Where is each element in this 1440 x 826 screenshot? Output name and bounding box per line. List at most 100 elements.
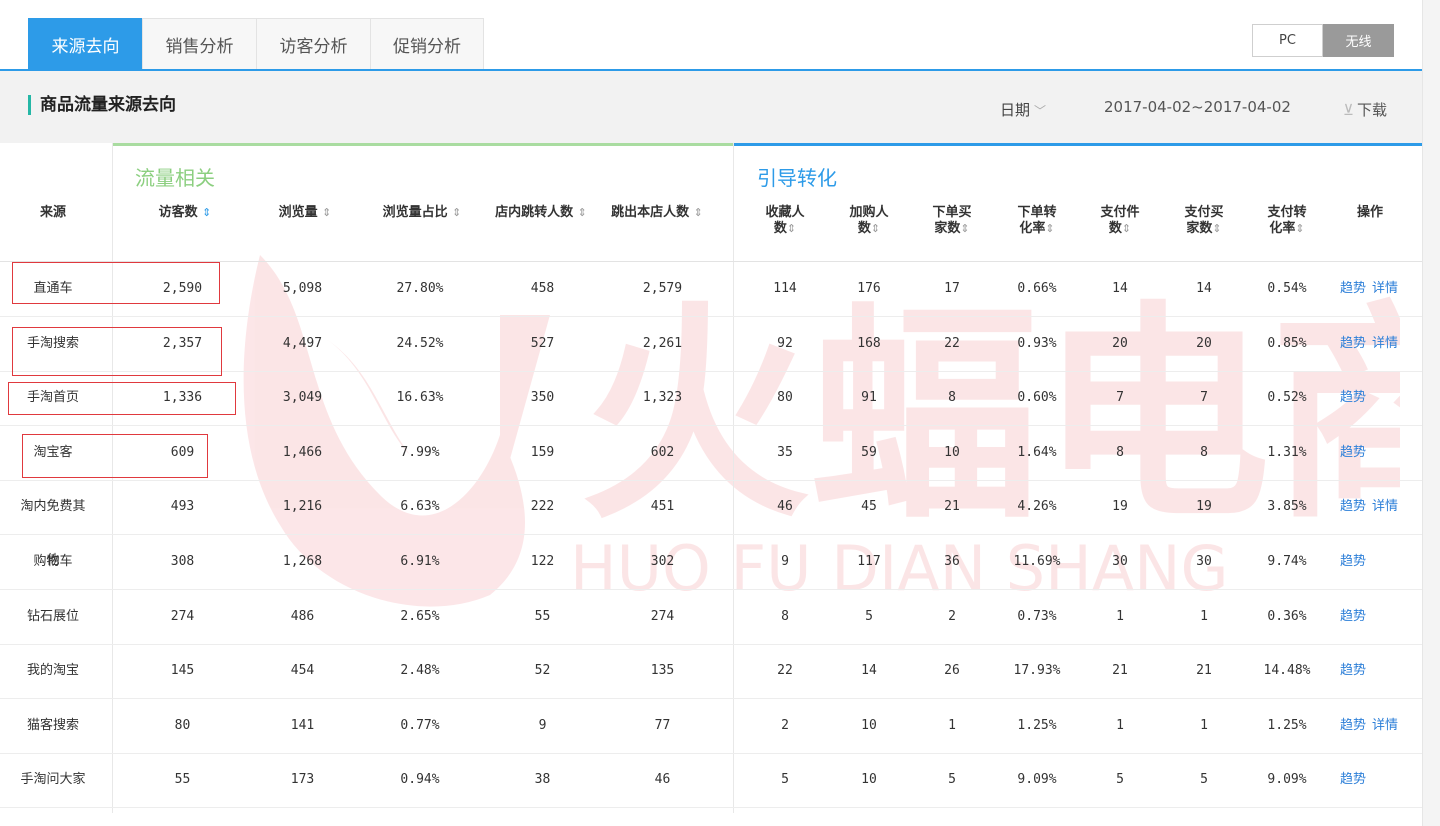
cell-internal-jump: 55 xyxy=(534,608,551,624)
cell-source: 淘内免费其他 xyxy=(20,499,86,569)
row-actions: 趋势 详情 xyxy=(1340,699,1404,753)
table-row: 购物车 308 1,268 6.91% 122 302 9 117 36 11.69% 30 30 9.… xyxy=(0,535,1422,590)
tab-source-destination[interactable]: 来源去向 xyxy=(28,18,142,70)
cell-cart: 10 xyxy=(861,772,877,788)
col-header-internal-jump[interactable]: 店内跳转人数 ⇕ xyxy=(484,205,598,221)
cell-order-buyers: 26 xyxy=(944,663,960,679)
cell-pay-rate: 0.85% xyxy=(1267,335,1307,351)
col-header-label: 数 xyxy=(1108,221,1122,236)
trend-link[interactable]: 趋势 xyxy=(1340,718,1366,733)
sort-icon[interactable]: ⇕ xyxy=(787,222,796,235)
sort-icon[interactable]: ⇕ xyxy=(322,206,331,219)
cell-pay-rate: 0.54% xyxy=(1267,281,1307,296)
sort-icon[interactable]: ⇕ xyxy=(1122,222,1131,235)
trend-link[interactable]: 趋势 xyxy=(1340,390,1366,405)
trend-link[interactable]: 趋势 xyxy=(1340,554,1366,569)
cell-internal-jump: 159 xyxy=(530,444,555,460)
trend-link[interactable]: 趋势 xyxy=(1340,772,1366,787)
col-header-label: 跳出本店人数 xyxy=(611,205,690,220)
date-dropdown[interactable]: 日期 ﹀ xyxy=(1000,99,1046,120)
col-header-label: 支付买 xyxy=(1184,205,1224,220)
tab-promotion-analysis[interactable]: 促销分析 xyxy=(370,18,484,70)
cell-pay-buyers: 30 xyxy=(1196,554,1212,569)
trend-link[interactable]: 趋势 xyxy=(1340,445,1366,460)
trend-link[interactable]: 趋势 xyxy=(1340,336,1366,351)
cell-order-rate: 0.66% xyxy=(1017,281,1057,296)
cell-pay-buyers: 7 xyxy=(1200,390,1208,406)
sort-icon[interactable]: ⇕ xyxy=(452,206,461,219)
col-header-pageviews[interactable]: 浏览量 ⇕ xyxy=(260,205,350,221)
cell-pageviews: 1,466 xyxy=(282,444,323,460)
cell-favorites: 8 xyxy=(781,608,789,624)
cell-pv-share: 7.99% xyxy=(400,444,440,460)
cell-exit: 302 xyxy=(650,554,675,569)
cell-internal-jump: 38 xyxy=(534,772,551,788)
sort-icon[interactable]: ⇕ xyxy=(871,222,880,235)
scrollbar[interactable] xyxy=(1422,0,1440,826)
cell-order-buyers: 10 xyxy=(944,444,960,460)
cell-order-buyers: 1 xyxy=(948,717,956,733)
col-header-label: 数 xyxy=(857,221,871,236)
section-header: 商品流量来源去向 日期 ﹀ 2017-04-02~2017-04-02 ⊻ 下载 xyxy=(0,71,1422,143)
cell-internal-jump: 52 xyxy=(534,663,551,679)
row-actions: 趋势 详情 xyxy=(1340,480,1404,534)
cell-order-rate: 17.93% xyxy=(1013,663,1061,679)
col-header-order-buyers[interactable]: 下单买 家数⇕ xyxy=(922,205,982,237)
tab-visitor-analysis[interactable]: 访客分析 xyxy=(256,18,370,70)
trend-link[interactable]: 趋势 xyxy=(1340,499,1366,514)
cell-pageviews: 5,098 xyxy=(282,281,323,296)
sort-icon[interactable]: ⇕ xyxy=(960,222,969,235)
pc-toggle-button[interactable]: PC xyxy=(1252,24,1323,57)
sort-icon[interactable]: ⇕ xyxy=(202,206,211,219)
download-button[interactable]: ⊻ 下载 xyxy=(1343,99,1387,120)
detail-link[interactable]: 详情 xyxy=(1372,499,1398,514)
cell-order-rate: 0.73% xyxy=(1017,608,1057,624)
detail-link[interactable]: 详情 xyxy=(1372,718,1398,733)
tab-sales-analysis[interactable]: 销售分析 xyxy=(142,18,256,70)
cell-order-rate: 1.64% xyxy=(1017,444,1057,460)
cell-cart: 91 xyxy=(861,390,877,406)
col-header-pay-rate[interactable]: 支付转 化率⇕ xyxy=(1257,205,1317,237)
cell-pay-items: 30 xyxy=(1112,554,1128,569)
col-header-pay-items[interactable]: 支付件 数⇕ xyxy=(1090,205,1150,237)
cell-pageviews: 3,049 xyxy=(282,390,323,406)
wireless-toggle-button[interactable]: 无线 xyxy=(1323,24,1394,57)
row-actions: 趋势 xyxy=(1340,535,1372,589)
cell-exit: 135 xyxy=(650,663,675,679)
cell-pay-rate: 0.36% xyxy=(1267,608,1307,624)
cell-exit: 451 xyxy=(650,499,675,515)
col-header-cart[interactable]: 加购人 数⇕ xyxy=(839,205,899,237)
trend-link[interactable]: 趋势 xyxy=(1340,609,1366,624)
cell-internal-jump: 458 xyxy=(530,281,555,296)
cell-internal-jump: 350 xyxy=(530,390,555,406)
cell-pageviews: 1,216 xyxy=(282,499,323,515)
col-header-label: 浏览量 xyxy=(278,205,318,220)
sort-icon[interactable]: ⇕ xyxy=(1212,222,1221,235)
col-header-label: 下单转 xyxy=(1017,205,1057,220)
col-header-order-rate[interactable]: 下单转 化率⇕ xyxy=(1007,205,1067,237)
col-header-pay-buyers[interactable]: 支付买 家数⇕ xyxy=(1174,205,1234,237)
cell-pv-share: 2.65% xyxy=(400,608,440,624)
detail-link[interactable]: 详情 xyxy=(1372,281,1398,296)
cell-internal-jump: 222 xyxy=(530,499,555,515)
col-header-label: 家数 xyxy=(934,221,961,236)
col-header-pv-share[interactable]: 浏览量占比 ⇕ xyxy=(372,205,472,221)
sort-icon[interactable]: ⇕ xyxy=(1295,222,1304,235)
trend-link[interactable]: 趋势 xyxy=(1340,663,1366,678)
col-header-exit[interactable]: 跳出本店人数 ⇕ xyxy=(600,205,714,221)
cell-source: 猫客搜索 xyxy=(26,717,79,733)
cell-order-rate: 0.93% xyxy=(1017,335,1057,351)
cell-pay-items: 8 xyxy=(1116,444,1124,460)
detail-link[interactable]: 详情 xyxy=(1372,336,1398,351)
col-header-visitors[interactable]: 访客数 ⇕ xyxy=(140,205,230,221)
cell-visitors: 145 xyxy=(170,663,195,679)
sort-icon[interactable]: ⇕ xyxy=(1045,222,1054,235)
traffic-group-line xyxy=(113,143,734,146)
cell-pageviews: 1,268 xyxy=(282,554,323,569)
col-header-favorites[interactable]: 收藏人 数⇕ xyxy=(755,205,815,237)
cell-source: 淘宝客 xyxy=(33,444,73,460)
sort-icon[interactable]: ⇕ xyxy=(694,206,703,219)
sort-icon[interactable]: ⇕ xyxy=(578,206,587,219)
trend-link[interactable]: 趋势 xyxy=(1340,281,1366,296)
cell-cart: 5 xyxy=(865,608,873,624)
